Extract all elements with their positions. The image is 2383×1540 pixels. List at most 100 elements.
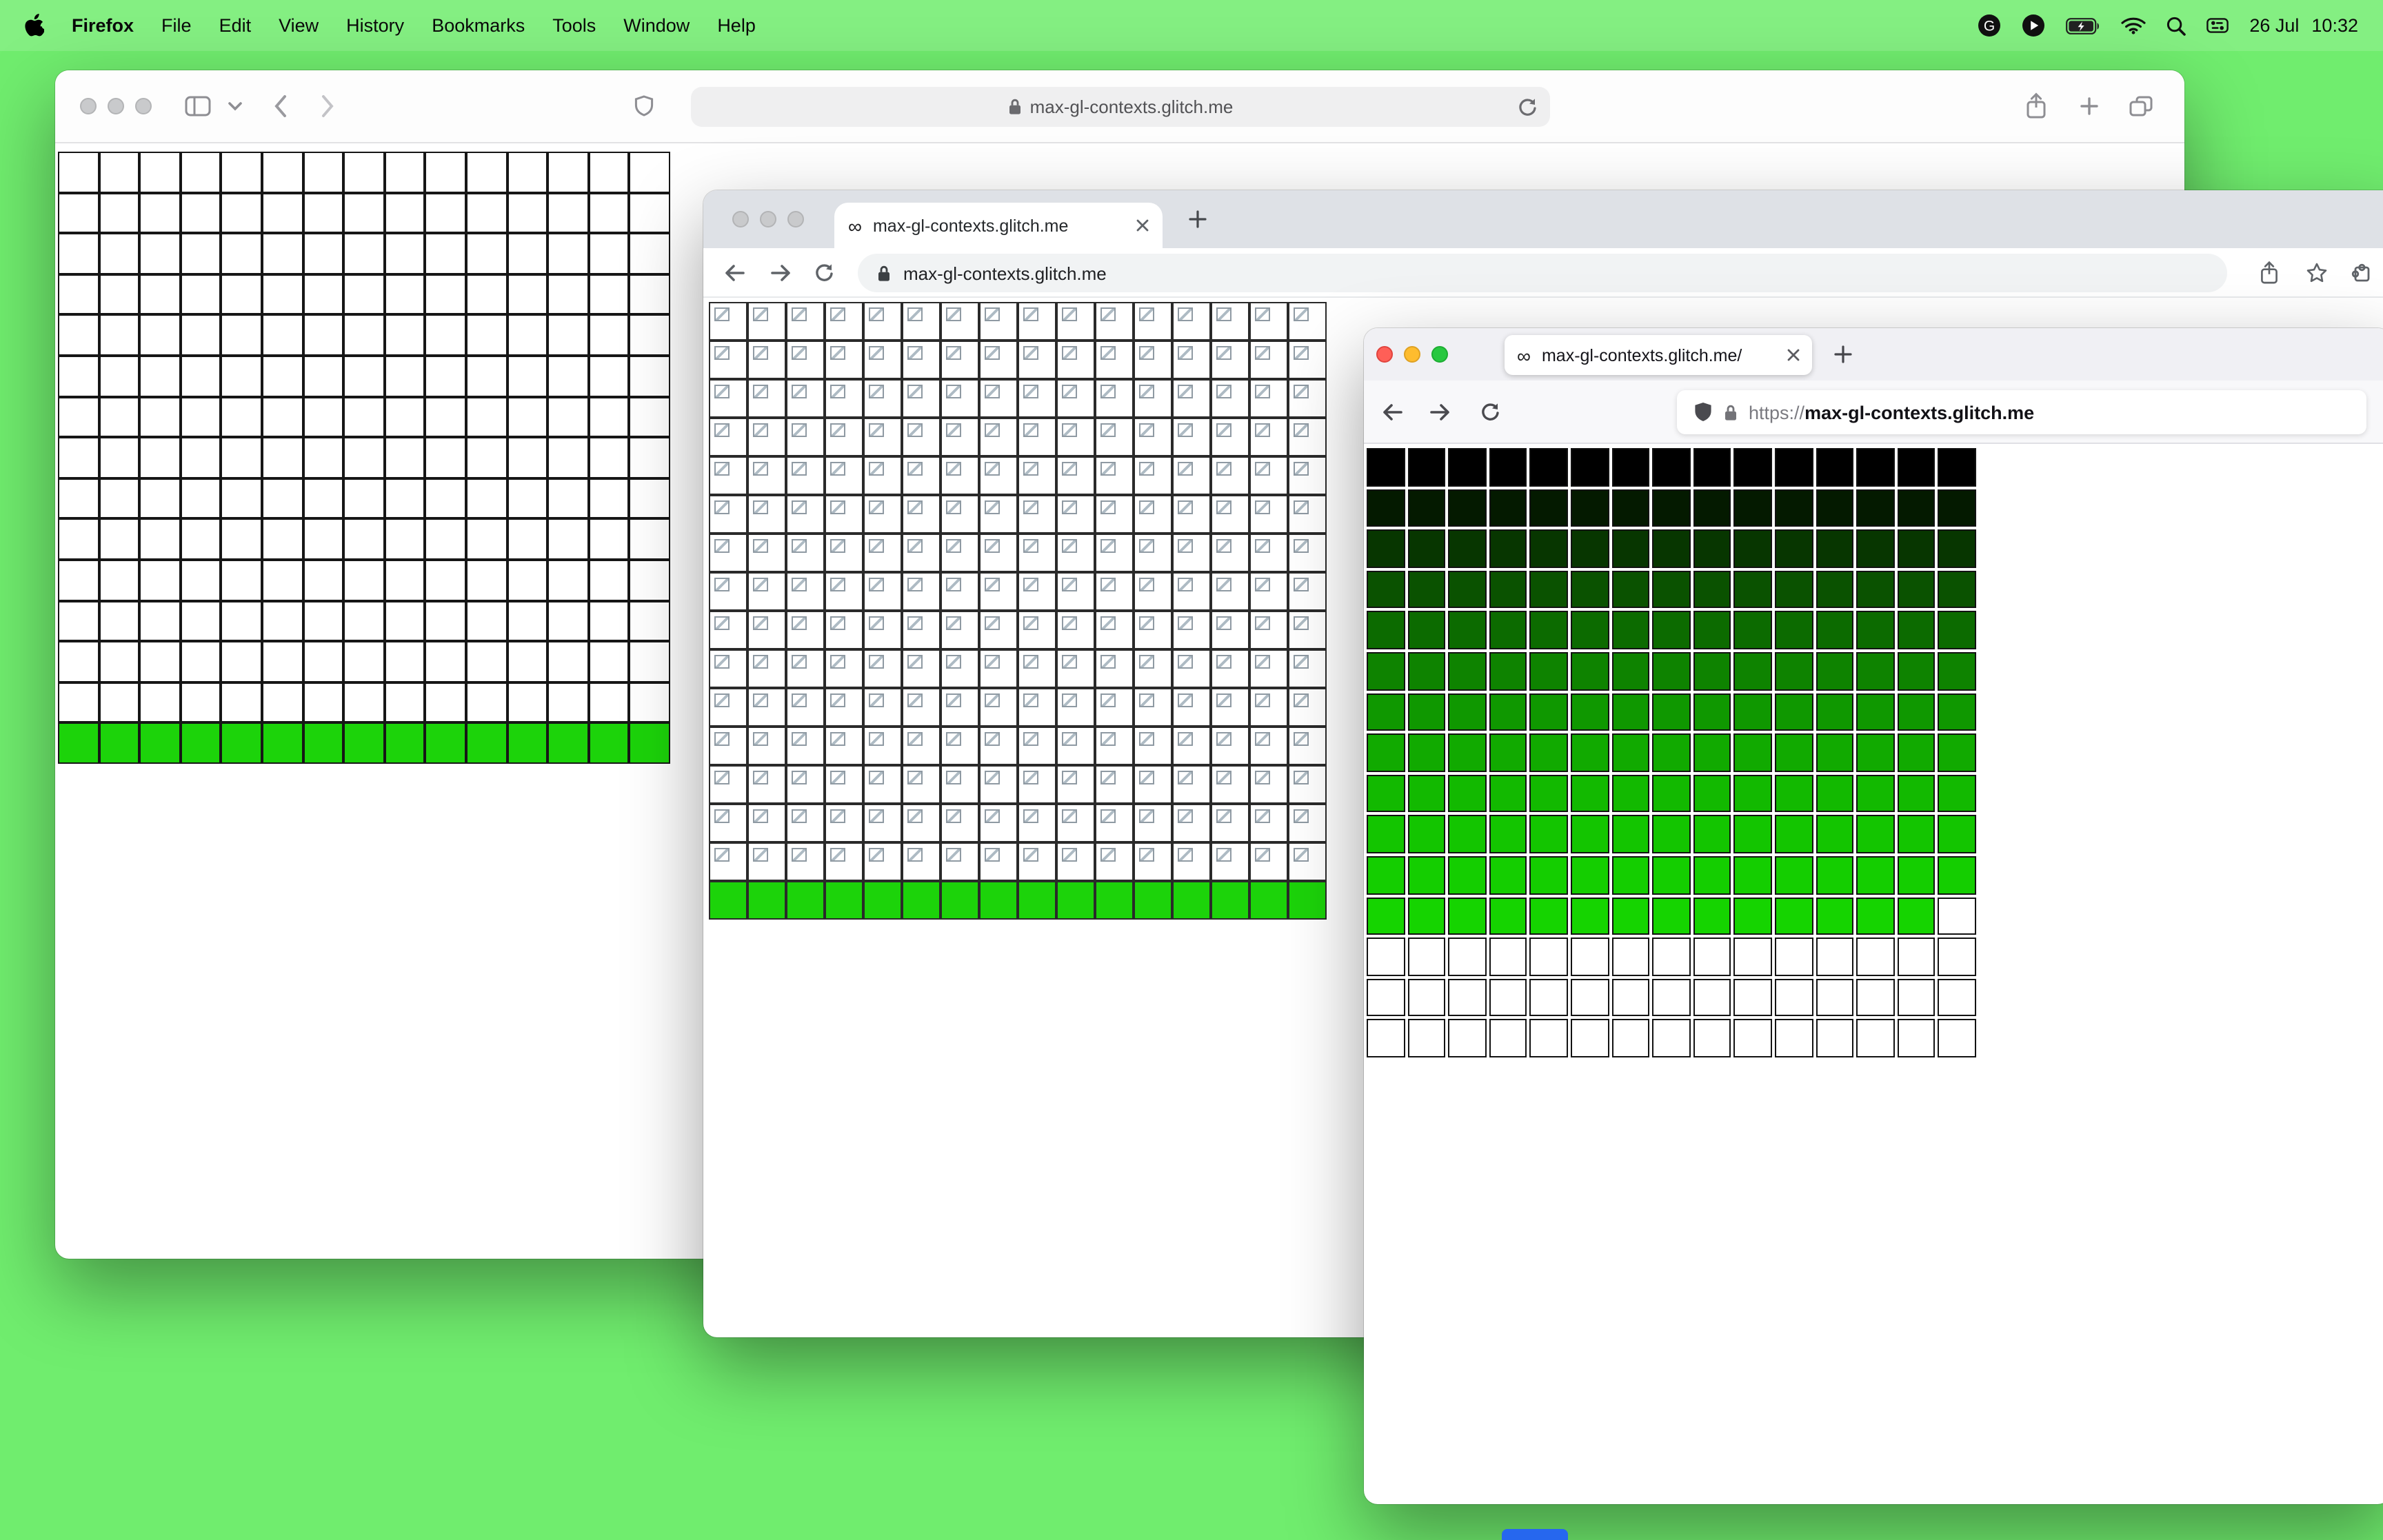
- share-button[interactable]: [2024, 92, 2048, 120]
- reload-button[interactable]: [1517, 97, 1538, 117]
- grid-cell: [979, 611, 1018, 649]
- broken-image-icon: [714, 423, 730, 437]
- broken-image-icon: [1100, 462, 1116, 476]
- grid-cell: [1172, 688, 1211, 727]
- minimize-button[interactable]: [108, 98, 124, 114]
- grid-cell: [1249, 418, 1288, 456]
- tab-group-dropdown[interactable]: [228, 101, 243, 111]
- broken-image-icon: [946, 346, 961, 360]
- broken-image-icon: [985, 655, 1000, 669]
- grid-cell: [1448, 733, 1487, 772]
- wifi-icon[interactable]: [2121, 17, 2146, 34]
- broken-image-icon: [830, 578, 845, 591]
- grid-cell: [709, 379, 747, 418]
- broken-image-icon: [1216, 500, 1231, 514]
- minimize-button[interactable]: [760, 211, 776, 227]
- grid-cell: [709, 842, 747, 881]
- tab-close-button[interactable]: [1136, 219, 1149, 232]
- new-tab-button[interactable]: [2080, 97, 2099, 116]
- address-bar[interactable]: max-gl-contexts.glitch.me: [858, 254, 2227, 292]
- back-button[interactable]: [1380, 402, 1404, 421]
- close-button[interactable]: [80, 98, 97, 114]
- grid-cell: [58, 478, 99, 519]
- broken-image-icon: [1139, 462, 1154, 476]
- zoom-button[interactable]: [135, 98, 152, 114]
- apple-menu[interactable]: [25, 14, 44, 37]
- grid-cell: [58, 559, 99, 601]
- grid-cell: [507, 478, 548, 519]
- tab-overview-button[interactable]: [2129, 96, 2153, 116]
- zoom-button[interactable]: [1431, 346, 1448, 363]
- grid-cell: [384, 722, 425, 764]
- spotlight-icon[interactable]: [2166, 16, 2186, 35]
- back-button[interactable]: [723, 263, 746, 282]
- zoom-button[interactable]: [787, 211, 804, 227]
- close-button[interactable]: [732, 211, 749, 227]
- grid-cell: [1211, 495, 1249, 534]
- extensions-button[interactable]: [2350, 261, 2372, 283]
- battery-icon[interactable]: [2066, 17, 2100, 34]
- broken-image-icon: [1294, 423, 1309, 437]
- grid-cell: [1489, 570, 1527, 609]
- new-tab-button[interactable]: [1834, 345, 1852, 363]
- share-button[interactable]: [2259, 260, 2280, 285]
- grid-cell: [99, 314, 140, 356]
- broken-image-icon: [1100, 848, 1116, 862]
- grid-cell: [1529, 815, 1568, 853]
- back-button[interactable]: [273, 94, 288, 119]
- control-center-icon[interactable]: [2206, 18, 2229, 33]
- grid-cell: [825, 534, 863, 572]
- reload-button[interactable]: [1480, 401, 1500, 422]
- menu-history[interactable]: History: [346, 15, 404, 36]
- forward-button[interactable]: [770, 263, 793, 282]
- grid-cell: [1529, 938, 1568, 976]
- tab-max-gl-contexts[interactable]: ∞ max-gl-contexts.glitch.me/: [1505, 335, 1812, 375]
- forward-button[interactable]: [1429, 402, 1452, 421]
- grid-cell: [1897, 938, 1935, 976]
- menu-tools[interactable]: Tools: [552, 15, 596, 36]
- menu-file[interactable]: File: [161, 15, 192, 36]
- dock-app-sliver[interactable]: [1502, 1529, 1568, 1540]
- grid-cell: [1134, 534, 1172, 572]
- grid-cell: [1570, 733, 1609, 772]
- sidebar-toggle-button[interactable]: [185, 96, 211, 116]
- bookmark-button[interactable]: [2306, 261, 2328, 283]
- forward-button[interactable]: [320, 94, 335, 119]
- menu-view[interactable]: View: [279, 15, 319, 36]
- menubar-clock[interactable]: 26 Jul 10:32: [2249, 15, 2358, 36]
- broken-image-icon: [869, 307, 884, 321]
- grid-cell: [1652, 938, 1691, 976]
- grid-cell: [1407, 938, 1446, 976]
- menu-edit[interactable]: Edit: [219, 15, 252, 36]
- broken-image-icon: [1100, 578, 1116, 591]
- grid-cell: [1367, 733, 1405, 772]
- close-button[interactable]: [1376, 346, 1393, 363]
- reload-button[interactable]: [814, 262, 834, 283]
- grid-cell: [547, 355, 589, 397]
- grid-cell: [465, 274, 507, 315]
- grid-cell: [58, 314, 99, 356]
- play-circle-icon[interactable]: [2022, 14, 2045, 37]
- grid-cell: [1018, 881, 1056, 920]
- new-tab-button[interactable]: [1189, 210, 1207, 228]
- minimize-button[interactable]: [1404, 346, 1420, 363]
- tab-close-button[interactable]: [1787, 349, 1800, 361]
- grid-cell: [1407, 448, 1446, 487]
- menu-help[interactable]: Help: [717, 15, 756, 36]
- address-bar[interactable]: max-gl-contexts.glitch.me: [691, 87, 1550, 127]
- grid-cell: [979, 765, 1018, 804]
- broken-image-icon: [1023, 423, 1038, 437]
- broken-image-icon: [792, 462, 807, 476]
- grammarly-icon[interactable]: G: [1978, 14, 2001, 37]
- address-bar[interactable]: https://max-gl-contexts.glitch.me: [1677, 390, 2366, 434]
- tab-max-gl-contexts[interactable]: ∞ max-gl-contexts.glitch.me: [834, 203, 1163, 248]
- menu-window[interactable]: Window: [623, 15, 690, 36]
- privacy-report-button[interactable]: [634, 95, 654, 117]
- grid-cell: [1611, 733, 1650, 772]
- broken-image-icon: [1100, 539, 1116, 553]
- grid-cell: [1733, 448, 1772, 487]
- grid-cell: [1489, 855, 1527, 895]
- menu-bookmarks[interactable]: Bookmarks: [432, 15, 525, 36]
- grid-cell: [1211, 727, 1249, 765]
- app-menu-firefox[interactable]: Firefox: [72, 15, 134, 36]
